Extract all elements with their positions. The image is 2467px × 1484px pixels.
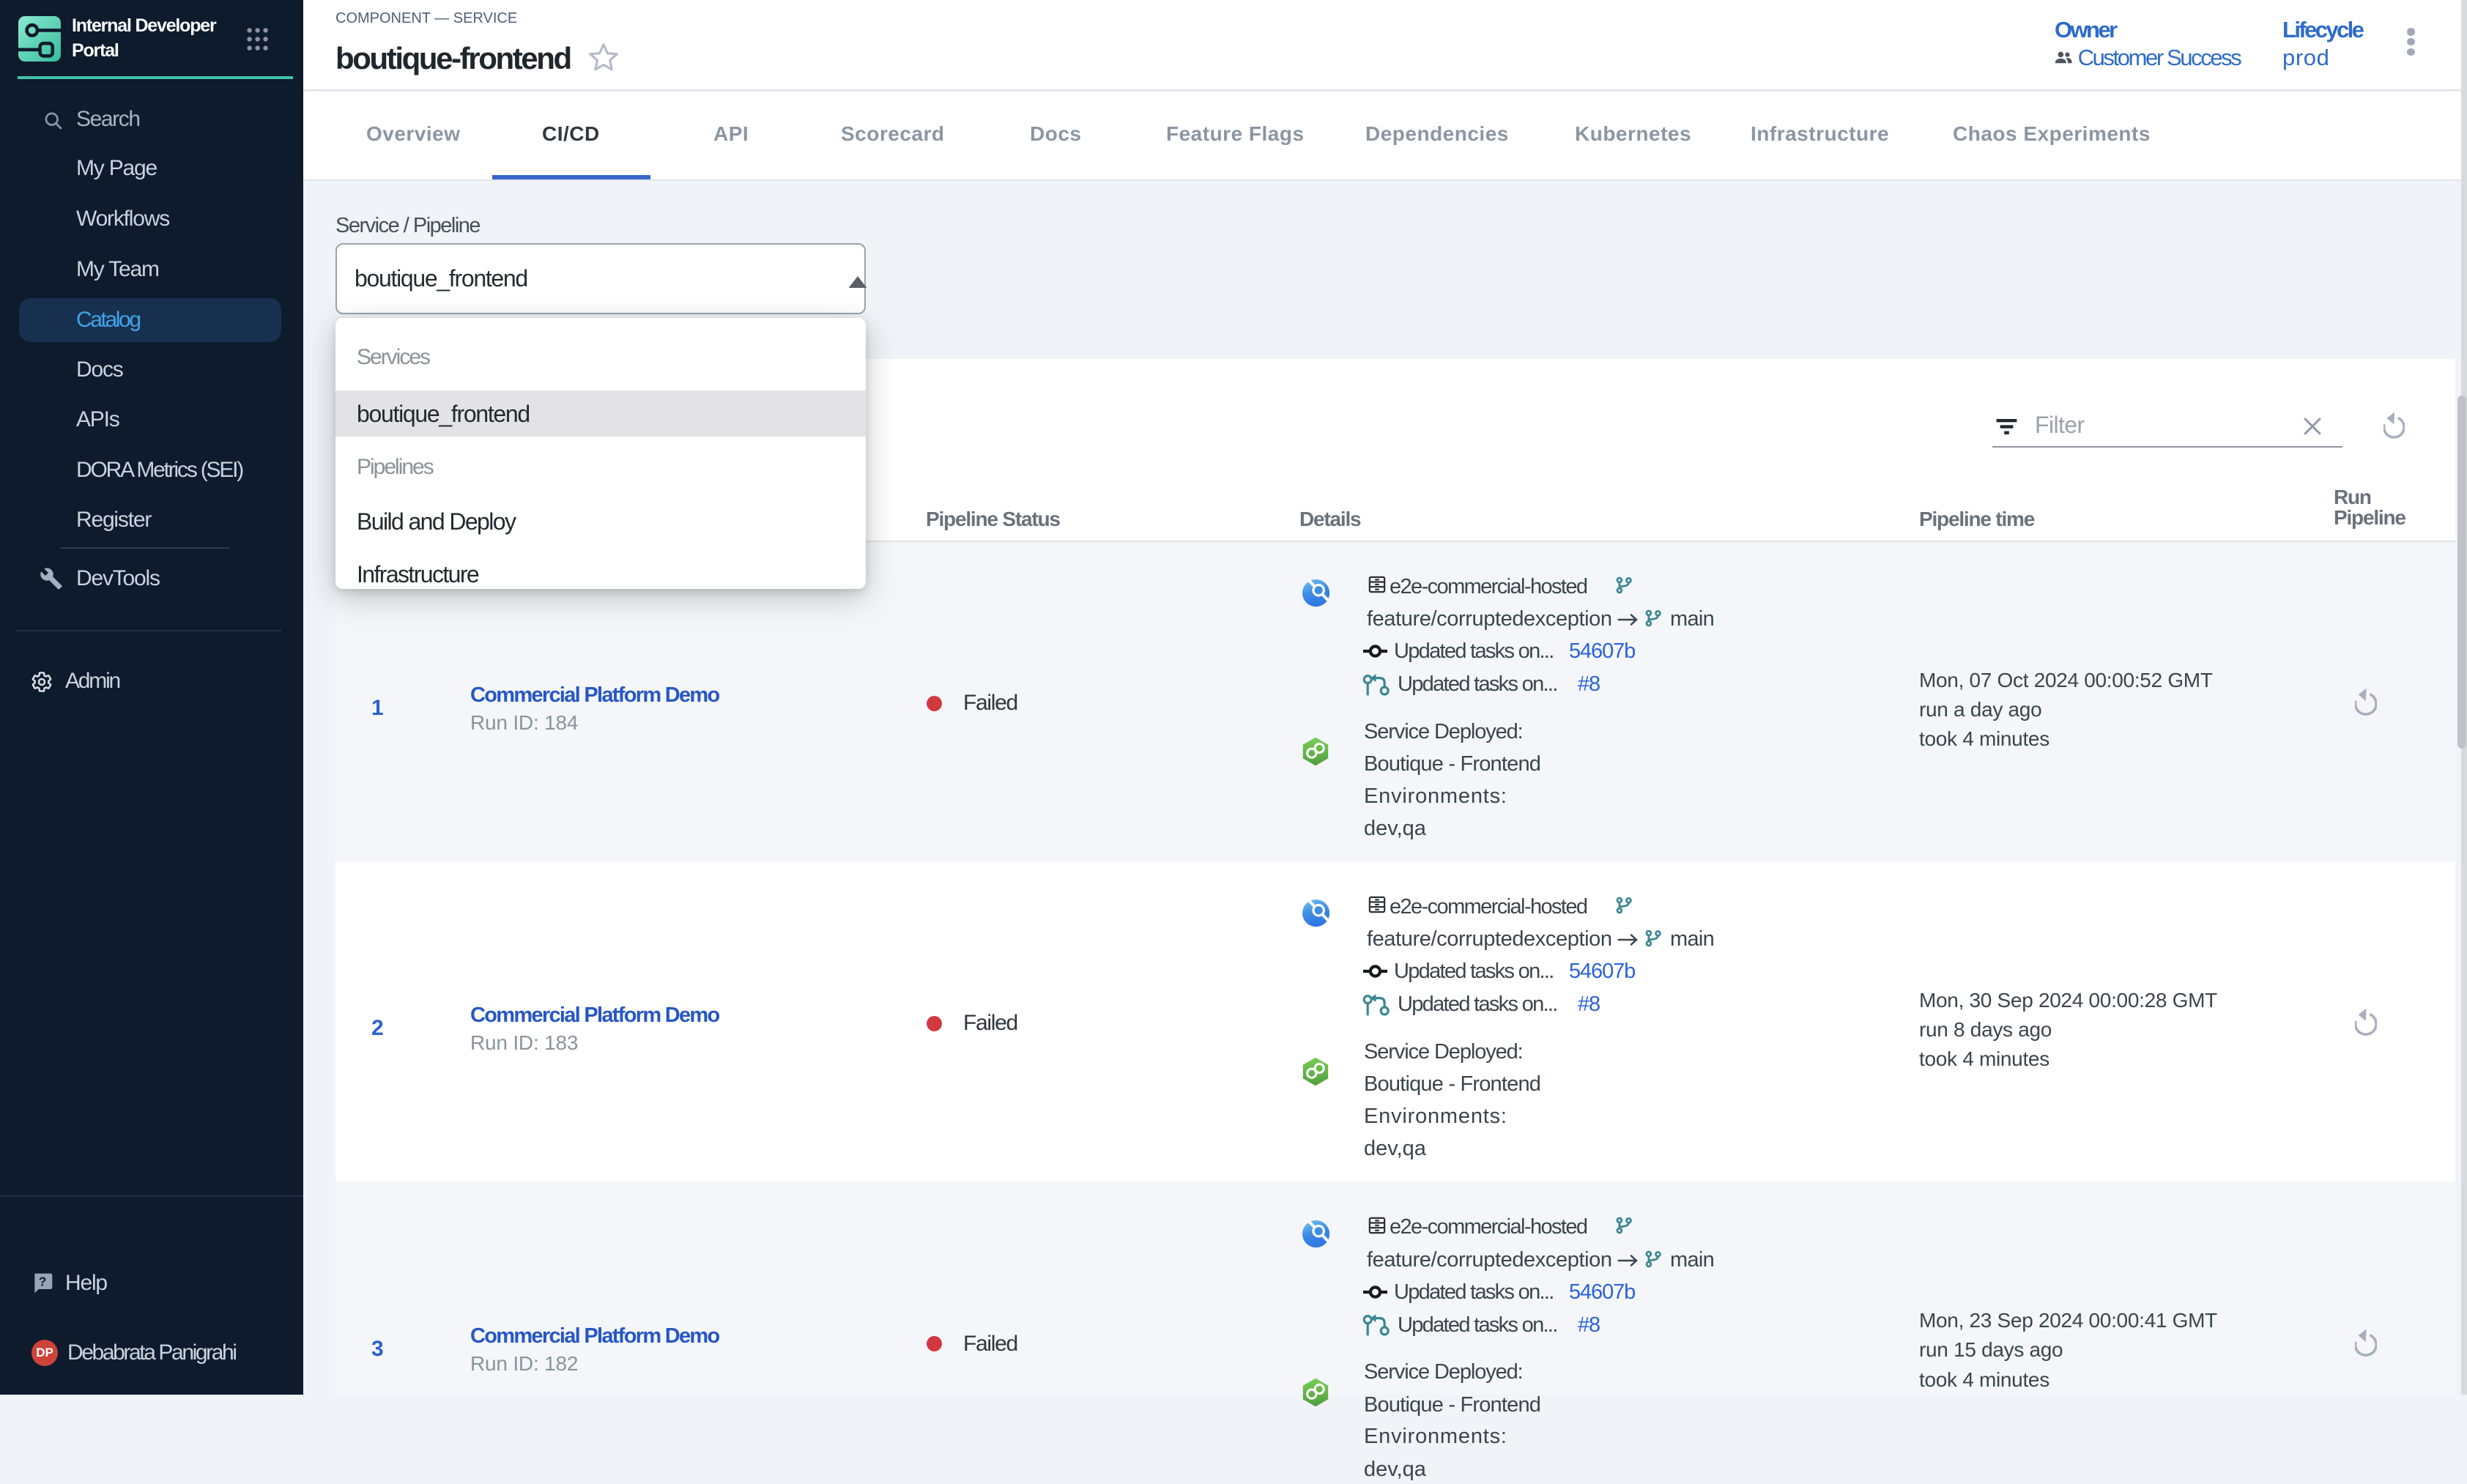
svg-text:?: ?: [39, 1274, 47, 1288]
